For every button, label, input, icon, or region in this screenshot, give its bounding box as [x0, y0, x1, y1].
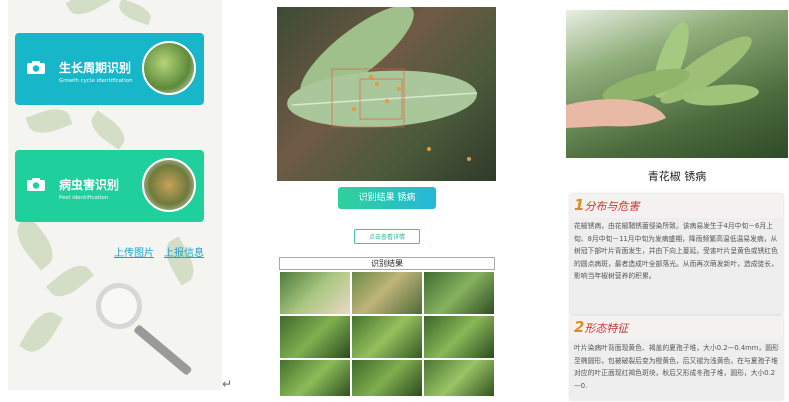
pepper-cluster-photo [142, 41, 196, 95]
decor-leaf [46, 258, 94, 304]
decor-leaf [25, 103, 73, 139]
growth-cycle-title: 生长周期识别 [59, 61, 132, 75]
result-thumbnail[interactable] [424, 272, 494, 314]
result-thumbnail[interactable] [280, 360, 350, 396]
morphology-section: 2形态特征 叶片染病叶背面现黄色、褐盖的夏孢子堆，大小0.2—0.4mm，圆形至… [570, 316, 783, 400]
pest-identification-subtitle: Pest identification [59, 195, 109, 201]
return-symbol: ↵ [222, 377, 233, 391]
rust-spot [352, 107, 356, 111]
rust-spot [427, 147, 431, 151]
scanned-leaf-photo [277, 7, 496, 181]
result-thumbnail[interactable] [352, 360, 422, 396]
view-details-button[interactable]: 点击查看详情 [354, 229, 420, 244]
rust-spot [369, 75, 373, 79]
section-title: 形态特征 [584, 322, 629, 335]
section-body: 花椒锈病，由花椒鞘锈菌侵染所致。该病易发生于4月中旬－6月上旬、8月中旬－11月… [570, 218, 783, 314]
camera-icon [27, 178, 45, 191]
result-thumbnail[interactable] [352, 272, 422, 314]
hand-holding-leaf-illustration [566, 22, 759, 128]
decor-leaf [116, 0, 154, 26]
decor-leaf [8, 215, 62, 271]
results-header: 识别结果 [279, 257, 495, 270]
growth-cycle-subtitle: Growth cycle identification [59, 78, 133, 84]
section-number: 2 [574, 318, 585, 336]
decor-leaf [65, 0, 111, 21]
section-heading: 1分布与危害 [574, 196, 639, 214]
pest-identification-card[interactable]: 病虫害识别 Pest identification [15, 150, 204, 222]
section-body: 叶片染病叶背面现黄色、褐盖的夏孢子堆，大小0.2—0.4mm，圆形至椭圆形，包被… [570, 340, 783, 400]
identification-result-button[interactable]: 识别结果 锈病 [338, 187, 436, 209]
pest-identification-title: 病虫害识别 [59, 178, 120, 192]
camera-icon [27, 61, 45, 74]
distribution-section: 1分布与危害 花椒锈病，由花椒鞘锈菌侵染所致。该病易发生于4月中旬－6月上旬、8… [570, 194, 783, 314]
section-number: 1 [574, 196, 585, 214]
result-thumbnail[interactable] [424, 360, 494, 396]
section-title: 分布与危害 [584, 200, 640, 213]
decor-leaf [85, 110, 131, 150]
magnifier-handle [133, 324, 193, 376]
rust-spot [385, 99, 389, 103]
decor-leaf [19, 306, 63, 358]
diseased-leaf-photo [142, 158, 196, 212]
rust-spot [467, 157, 471, 161]
result-thumbnail[interactable] [280, 316, 350, 358]
rust-spot [375, 82, 379, 86]
result-thumbnail[interactable] [352, 316, 422, 358]
disease-title: 青花椒 锈病 [647, 170, 707, 183]
leaf-illustration [287, 7, 478, 128]
section-heading: 2形态特征 [574, 318, 628, 336]
growth-app-home-panel: 生长周期识别 Growth cycle identification 病虫害识别… [8, 0, 222, 390]
growth-cycle-card[interactable]: 生长周期识别 Growth cycle identification [15, 33, 204, 105]
result-thumbnail[interactable] [280, 272, 350, 314]
magnifier-icon [96, 283, 142, 329]
upload-image-link[interactable]: 上传图片 [114, 244, 154, 259]
pepper-leaf-photo [566, 10, 788, 158]
result-thumbnail[interactable] [424, 316, 494, 358]
report-info-link[interactable]: 上报信息 [164, 244, 204, 259]
rust-spot [397, 87, 401, 91]
